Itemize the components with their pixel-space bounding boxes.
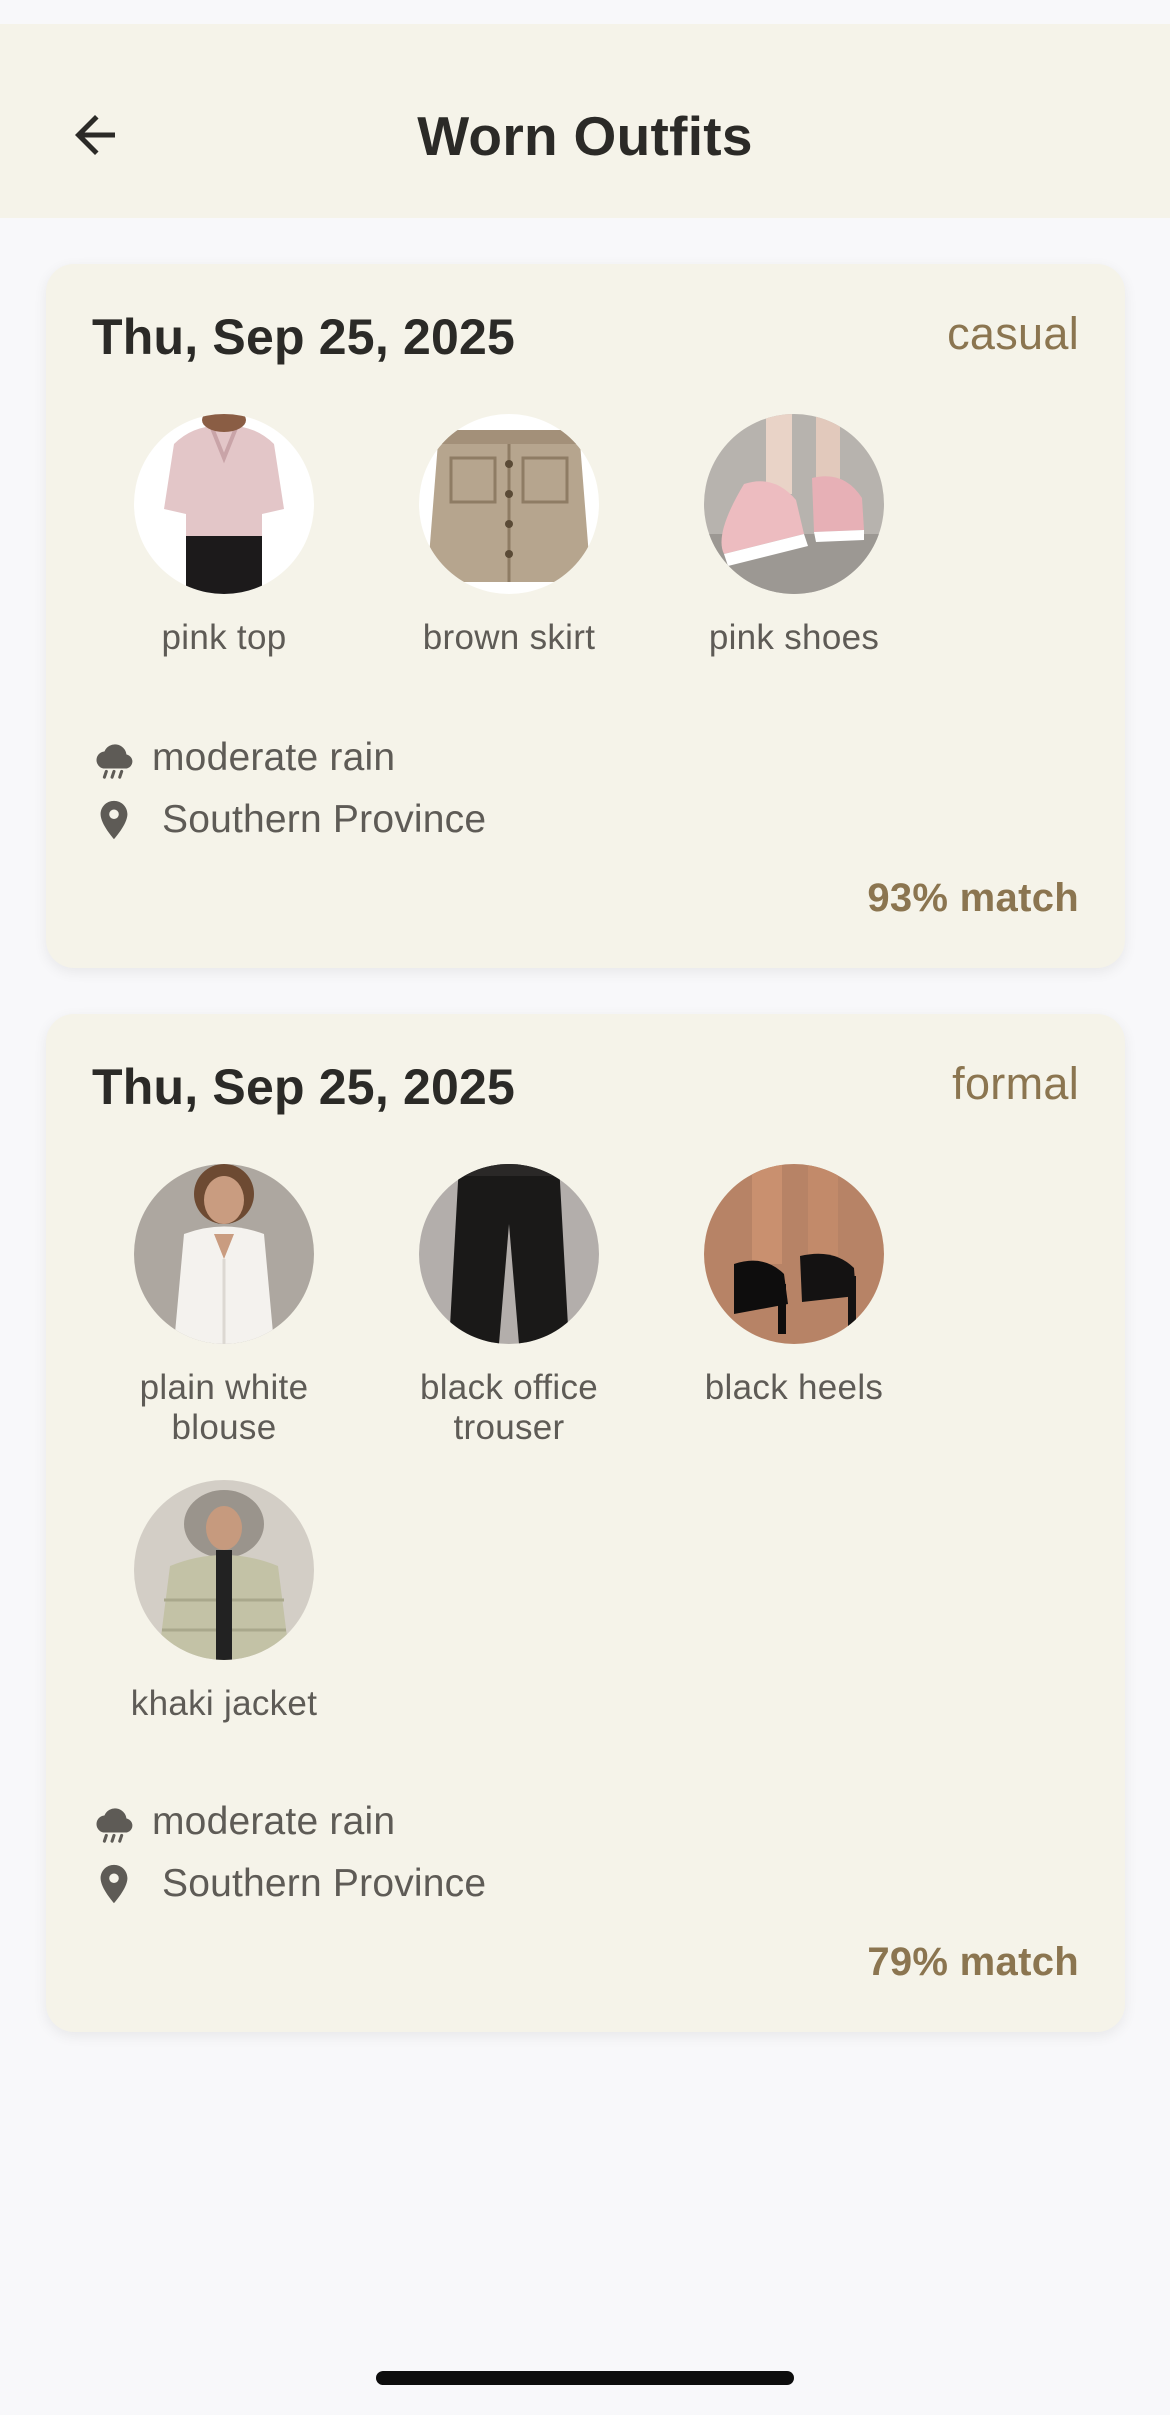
- item-label: black office trouser: [419, 1368, 599, 1447]
- worn-outfits-screen: Worn Outfits Thu, Sep 25, 2025 casual pi…: [0, 0, 1170, 2415]
- location-text: Southern Province: [162, 1862, 487, 1905]
- outfit-style-tag: formal: [952, 1058, 1079, 1109]
- pink-top-photo: [134, 414, 314, 594]
- location-row: Southern Province: [90, 1860, 486, 1908]
- item-thumbnail: [134, 1480, 314, 1660]
- black-trouser-photo: [419, 1164, 599, 1344]
- brown-skirt-photo: [419, 414, 599, 594]
- rain-cloud-icon: [90, 1798, 138, 1846]
- item-label: pink top: [161, 618, 287, 657]
- outfit-item[interactable]: black office trouser: [394, 1164, 624, 1448]
- item-label: brown skirt: [422, 618, 596, 657]
- outfit-item[interactable]: pink shoes: [679, 414, 909, 658]
- pink-shoes-photo: [704, 414, 884, 594]
- item-label: khaki jacket: [130, 1684, 318, 1723]
- map-pin-icon: [90, 796, 138, 844]
- app-bar: Worn Outfits: [0, 24, 1170, 218]
- khaki-jacket-photo: [134, 1480, 314, 1660]
- item-thumbnail: [419, 414, 599, 594]
- match-score: 79% match: [867, 1940, 1079, 1984]
- item-thumbnail: [704, 414, 884, 594]
- item-thumbnail: [134, 414, 314, 594]
- black-heels-photo: [704, 1164, 884, 1344]
- outfit-item[interactable]: pink top: [109, 414, 339, 658]
- item-thumbnail: [134, 1164, 314, 1344]
- item-label: plain white blouse: [139, 1368, 309, 1447]
- item-thumbnail: [419, 1164, 599, 1344]
- outfit-item[interactable]: black heels: [679, 1164, 909, 1408]
- outfit-date: Thu, Sep 25, 2025: [92, 1059, 516, 1115]
- item-label: black heels: [704, 1368, 884, 1407]
- home-indicator[interactable]: [376, 2371, 794, 2385]
- weather-text: moderate rain: [152, 1800, 396, 1843]
- outfit-card[interactable]: Thu, Sep 25, 2025 formal plain white blo…: [46, 1014, 1125, 2032]
- match-score: 93% match: [867, 876, 1079, 920]
- weather-row: moderate rain: [90, 1798, 395, 1846]
- outfit-date: Thu, Sep 25, 2025: [92, 309, 516, 365]
- weather-text: moderate rain: [152, 736, 396, 779]
- location-row: Southern Province: [90, 796, 486, 844]
- weather-row: moderate rain: [90, 734, 395, 782]
- outfit-item[interactable]: plain white blouse: [109, 1164, 339, 1448]
- rain-cloud-icon: [90, 734, 138, 782]
- white-blouse-photo: [134, 1164, 314, 1344]
- item-label: pink shoes: [708, 618, 880, 657]
- outfit-card[interactable]: Thu, Sep 25, 2025 casual pink top brown …: [46, 264, 1125, 968]
- outfit-item[interactable]: brown skirt: [394, 414, 624, 658]
- location-text: Southern Province: [162, 798, 487, 841]
- item-thumbnail: [704, 1164, 884, 1344]
- outfit-style-tag: casual: [947, 308, 1079, 359]
- page-title: Worn Outfits: [417, 105, 753, 167]
- map-pin-icon: [90, 1860, 138, 1908]
- outfit-item[interactable]: khaki jacket: [109, 1480, 339, 1724]
